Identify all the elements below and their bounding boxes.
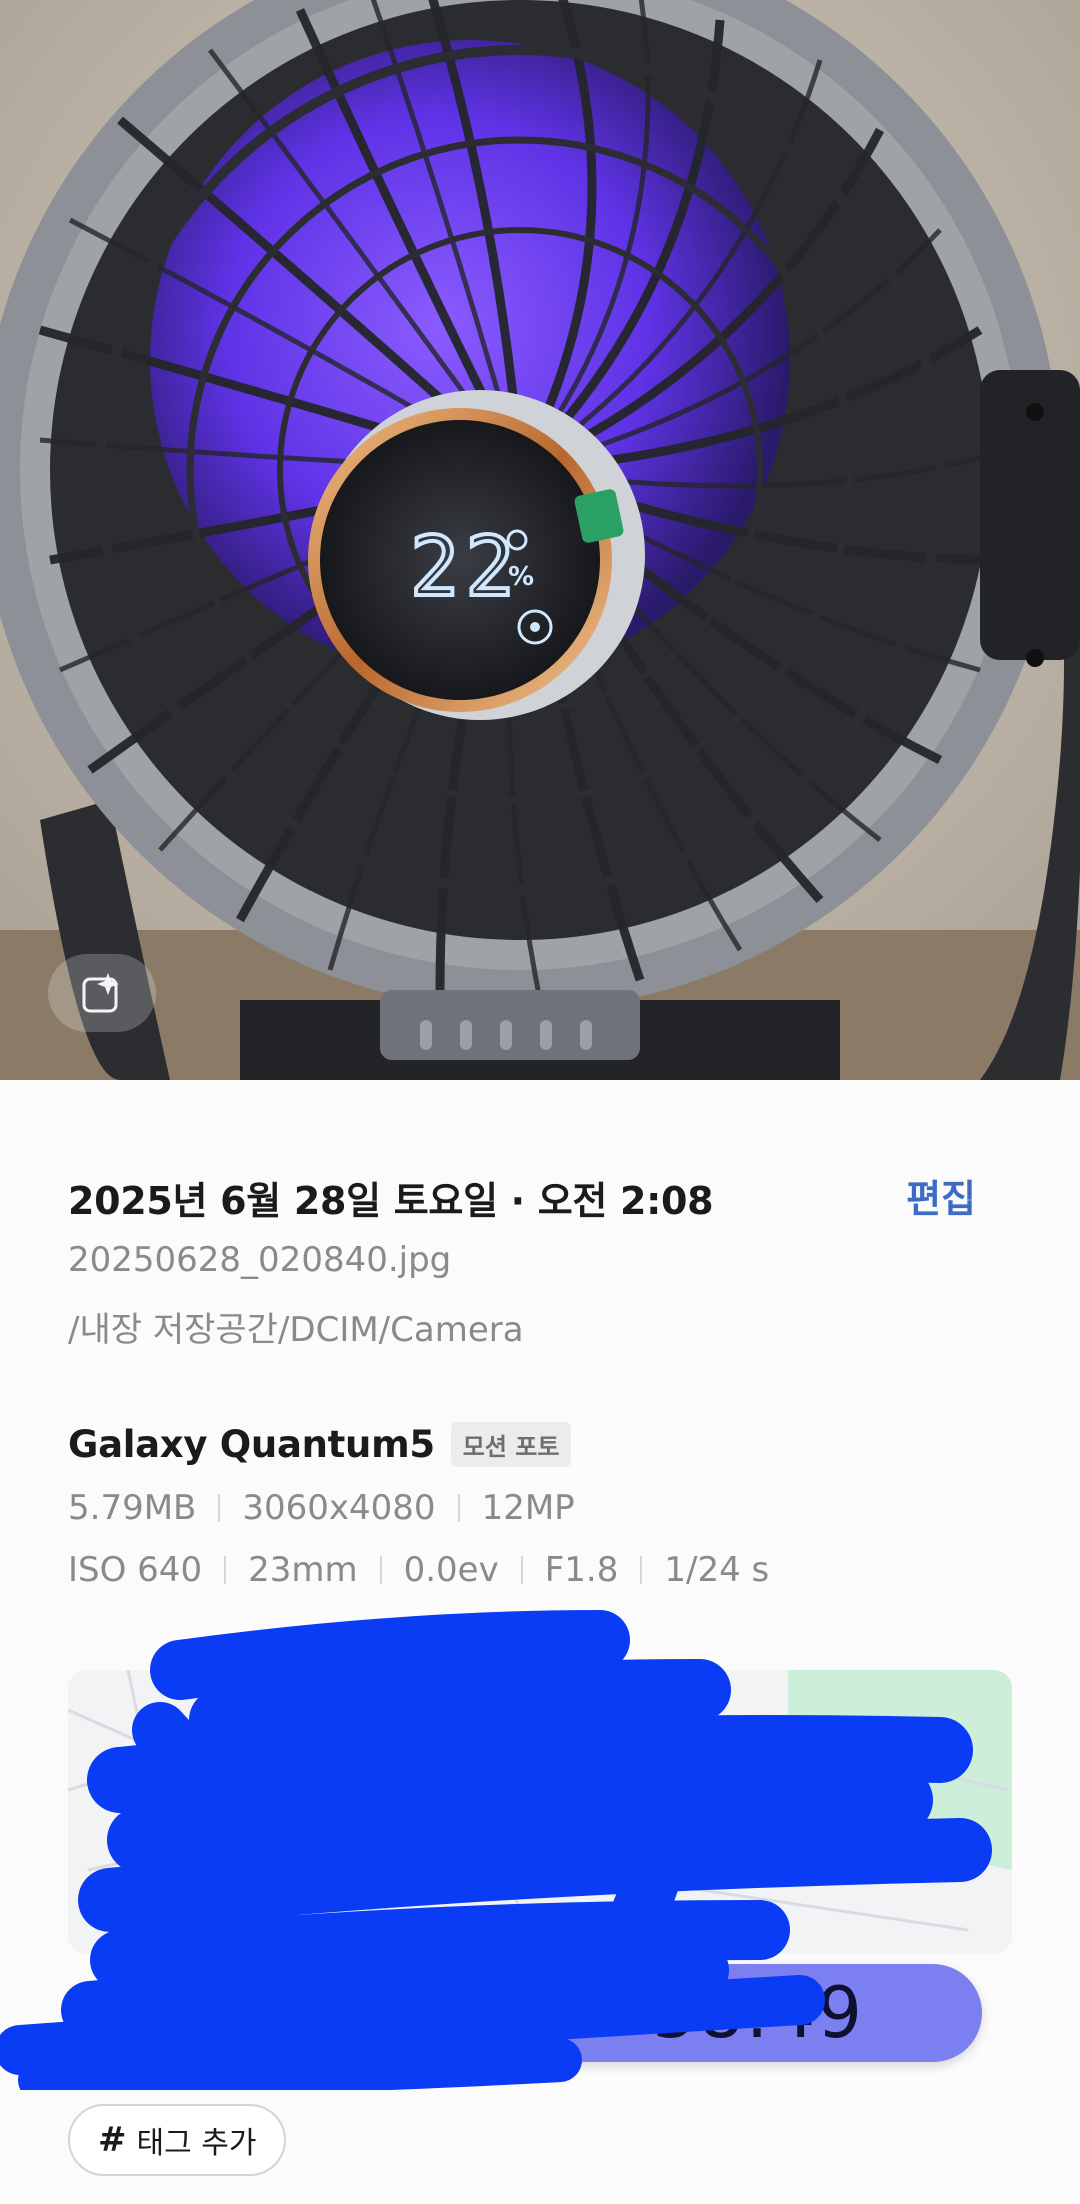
- file-size: 5.79MB: [68, 1488, 197, 1528]
- divider: [224, 1556, 227, 1584]
- hash-icon: #: [98, 2120, 127, 2160]
- sparkle-edit-icon: [82, 973, 119, 1013]
- map-graphic: [68, 1670, 1012, 1954]
- spec-row-camera: ISO 640 23mm 0.0ev F1.8 1/24 s: [68, 1550, 769, 1590]
- ai-edit-button[interactable]: [48, 954, 156, 1032]
- spec-row-file: 5.79MB 3060x4080 12MP: [68, 1488, 575, 1528]
- shutter-speed: 1/24 s: [664, 1550, 770, 1590]
- device-row: Galaxy Quantum5 모션 포토: [68, 1422, 572, 1467]
- location-map[interactable]: [68, 1670, 1012, 1954]
- fan-display-reading: 22: [410, 520, 521, 615]
- device-name: Galaxy Quantum5: [68, 1423, 435, 1466]
- motion-photo-badge: 모션 포토: [450, 1422, 572, 1467]
- resolution: 3060x4080: [242, 1488, 436, 1528]
- photo-viewer[interactable]: 22 %: [0, 0, 1080, 1080]
- date-time: 2025년 6월 28일 토요일 · 오전 2:08: [68, 1179, 714, 1223]
- fan-photo: 22 %: [0, 0, 1080, 1080]
- aperture: F1.8: [544, 1550, 619, 1590]
- megapixels: 12MP: [481, 1488, 575, 1528]
- file-path: /내장 저장공간/DCIM/Camera: [68, 1310, 524, 1350]
- divider: [457, 1494, 460, 1522]
- exposure-value: 0.0ev: [403, 1550, 499, 1590]
- timer-text: 58:49: [652, 1972, 864, 2054]
- divider: [520, 1556, 523, 1584]
- add-tag-button[interactable]: # 태그 추가: [68, 2104, 287, 2176]
- divider: [379, 1556, 382, 1584]
- file-name: 20250628_020840.jpg: [68, 1240, 452, 1280]
- edit-button[interactable]: 편집: [906, 1168, 976, 1223]
- details-panel: 2025년 6월 28일 토요일 · 오전 2:08 편집 20250628_0…: [0, 1080, 1080, 2204]
- focal-length: 23mm: [248, 1550, 358, 1590]
- fan-display-unit: %: [508, 562, 534, 592]
- add-tag-label: 태그 추가: [136, 2126, 257, 2161]
- divider: [640, 1556, 643, 1584]
- iso-value: ISO 640: [68, 1550, 203, 1590]
- divider: [218, 1494, 221, 1522]
- timer-overlay: 58:49: [534, 1964, 982, 2062]
